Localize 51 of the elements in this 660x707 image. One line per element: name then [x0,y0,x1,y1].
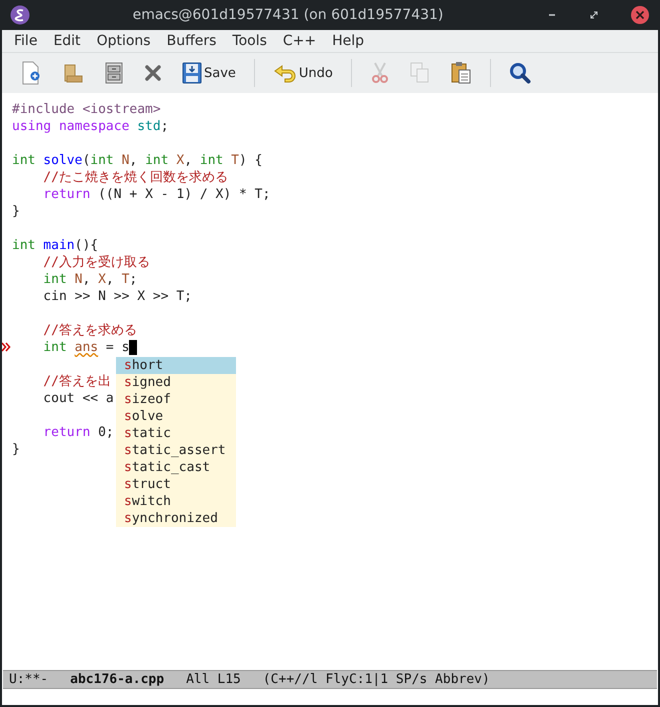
code-line: int solve(int N, int X, int T) { [12,152,262,169]
completion-item[interactable]: static_assert [116,442,236,459]
buffer-name: abc176-a.cpp [70,672,164,687]
completion-item[interactable]: sizeof [116,391,236,408]
code-line: return 0; [42,424,114,441]
code-line: //答えを求める [42,322,137,339]
search-icon [508,62,531,84]
menu-item[interactable]: Buffers [158,33,224,49]
app-logo-icon [10,5,30,25]
menu-item[interactable]: Options [88,33,159,49]
code-line: using namespace std; [12,118,169,135]
code-line: return ((N + X - 1) / X) * T; [42,186,270,203]
completion-item[interactable]: static_cast [116,459,236,476]
completion-item[interactable]: short [116,357,236,374]
completion-item[interactable]: synchronized [116,510,236,527]
scissors-icon [370,62,390,84]
completion-item[interactable]: signed [116,374,236,391]
menu-item[interactable]: C++ [274,33,324,49]
completion-item[interactable]: switch [116,493,236,510]
copy-icon [410,62,430,84]
code-line: //入力を受け取る [42,254,150,271]
mode-list: (C++//l FlyC:1|1 SP/s Abbrev) [262,672,490,687]
menu-item[interactable]: Tools [224,33,275,49]
restore-icon[interactable] [588,9,600,21]
code-line: int main(){ [12,237,98,254]
code-line: } [12,441,20,458]
code-line: cin >> N >> X >> T; [42,288,192,305]
back-arrow-icon [272,63,297,83]
code-line: #include <iostream> [12,101,161,118]
buffer-status: U:**- [9,672,48,687]
code-line: } [12,203,20,220]
clipboard-icon [450,61,472,85]
toolbar-button[interactable]: Save [174,57,244,89]
close-icon [144,64,162,82]
toolbar-button[interactable]: Undo [264,57,341,89]
code-line: //たこ焼きを焼く回数を求める [42,169,228,186]
new-file-icon [20,61,42,85]
completion-item[interactable]: struct [116,476,236,493]
completion-item[interactable]: static [116,425,236,442]
close-icon[interactable] [630,5,650,25]
cabinet-icon [104,62,124,84]
window-title: emacs@601d19577431 (on 601d19577431) [132,7,444,23]
completion-item[interactable]: solve [116,408,236,425]
menu-item[interactable]: File [6,33,46,49]
buffer-position: All L15 [186,672,241,687]
code-line: //答えを出 [42,373,111,390]
menu-item[interactable]: Help [324,33,372,49]
code-line: cout << a [42,390,114,407]
menu-item[interactable]: Edit [45,33,89,49]
code-line: int ans = s [42,339,130,356]
code-line: int N, X, T; [42,271,138,288]
